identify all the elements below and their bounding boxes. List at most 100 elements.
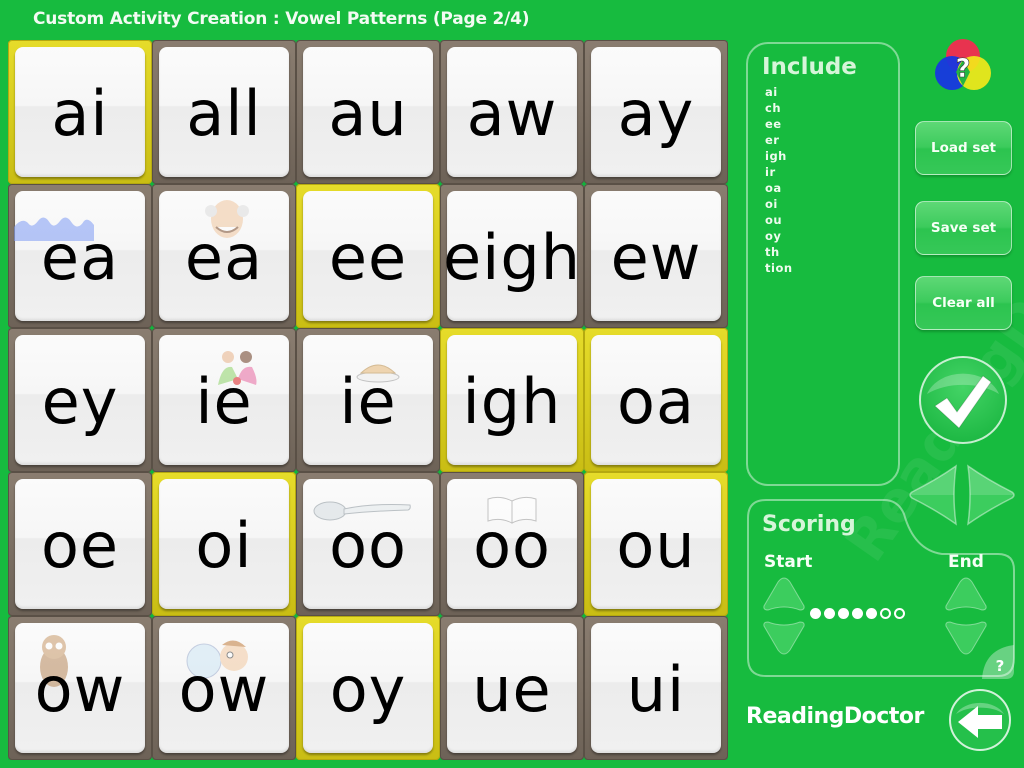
pattern-tile-ew[interactable]: ew [584, 184, 728, 328]
pattern-tile-oa[interactable]: oa [584, 328, 728, 472]
include-item: tion [765, 261, 793, 275]
help-icon: ? [982, 645, 1014, 679]
tile-face: ue [447, 623, 577, 753]
tile-face: ey [15, 335, 145, 465]
scoring-panel: Scoring Start End [746, 498, 1016, 678]
include-item: ir [765, 165, 776, 179]
score-dot-filled [838, 608, 849, 619]
include-panel: Include ai ch ee er igh ir oa oi ou oy th tion [746, 42, 900, 486]
pattern-tile-all[interactable]: all [152, 40, 296, 184]
tile-label: ey [41, 365, 119, 438]
end-label: End [948, 552, 984, 572]
include-item: er [765, 133, 780, 147]
tile-face: oo [303, 479, 433, 609]
score-dot-filled [852, 608, 863, 619]
pattern-tile-ie[interactable]: ie [296, 328, 440, 472]
tile-label: oi [195, 509, 253, 582]
score-range-indicator [810, 608, 905, 619]
include-item: ou [765, 213, 783, 227]
arrow-up-icon [945, 577, 987, 611]
pattern-tile-aw[interactable]: aw [440, 40, 584, 184]
include-item: th [765, 245, 780, 259]
pattern-tile-ey[interactable]: ey [8, 328, 152, 472]
pattern-tile-oo[interactable]: oo [296, 472, 440, 616]
pattern-tile-ow[interactable]: ow [152, 616, 296, 760]
pattern-tile-au[interactable]: au [296, 40, 440, 184]
tile-label: all [186, 77, 262, 150]
pattern-tile-oo[interactable]: oo [440, 472, 584, 616]
tile-label: oo [329, 509, 407, 582]
score-dot-empty [894, 608, 905, 619]
tile-face: ee [303, 191, 433, 321]
include-title: Include [762, 54, 857, 80]
pattern-tile-ea[interactable]: ea [8, 184, 152, 328]
tile-label: ue [472, 653, 552, 726]
tile-face: ie [303, 335, 433, 465]
help-button[interactable]: ? [932, 36, 994, 94]
tile-face: eigh [443, 191, 580, 321]
tile-face: oe [15, 479, 145, 609]
tile-face: all [159, 47, 289, 177]
tile-face: oo [447, 479, 577, 609]
tile-face: ow [15, 623, 145, 753]
pattern-tile-igh[interactable]: igh [440, 328, 584, 472]
score-dot-filled [866, 608, 877, 619]
tile-label: oo [473, 509, 551, 582]
help-glyph: ? [955, 54, 970, 84]
tile-face: ea [159, 191, 289, 321]
start-down-button[interactable] [762, 618, 806, 656]
tile-label: oa [617, 365, 695, 438]
page-title: Custom Activity Creation : Vowel Pattern… [33, 9, 530, 29]
tile-label: eigh [442, 221, 582, 294]
include-item: ee [765, 117, 782, 131]
pattern-tile-ai[interactable]: ai [8, 40, 152, 184]
tile-label: ea [40, 221, 120, 294]
arrow-down-icon [763, 621, 805, 655]
tile-face: oa [591, 335, 721, 465]
tile-label: au [328, 77, 408, 150]
pattern-tile-ie[interactable]: ie [152, 328, 296, 472]
venn-help-icon: ? [935, 39, 991, 90]
tile-label: ou [616, 509, 696, 582]
pattern-tile-ay[interactable]: ay [584, 40, 728, 184]
tile-face: ui [591, 623, 721, 753]
back-button[interactable] [948, 688, 1012, 752]
pattern-tile-ea[interactable]: ea [152, 184, 296, 328]
arrow-back-icon [949, 689, 1011, 751]
pattern-tile-ue[interactable]: ue [440, 616, 584, 760]
tile-label: ea [184, 221, 264, 294]
checkmark-icon [919, 356, 1007, 444]
scoring-title: Scoring [762, 512, 856, 537]
score-dot-filled [810, 608, 821, 619]
pattern-tile-ui[interactable]: ui [584, 616, 728, 760]
tile-label: oe [40, 509, 120, 582]
end-up-button[interactable] [944, 576, 988, 614]
tile-label: ew [610, 221, 702, 294]
pattern-tile-oy[interactable]: oy [296, 616, 440, 760]
pattern-tile-eigh[interactable]: eigh [440, 184, 584, 328]
tile-face: ow [159, 623, 289, 753]
tile-face: au [303, 47, 433, 177]
load-set-button[interactable]: Load set [915, 121, 1012, 175]
tile-face: oi [159, 479, 289, 609]
save-set-button[interactable]: Save set [915, 201, 1012, 255]
reading-doctor-logo: ReadingDoctor [746, 704, 924, 729]
include-item: oy [765, 229, 782, 243]
pattern-tile-ee[interactable]: ee [296, 184, 440, 328]
tile-label: aw [466, 77, 558, 150]
include-list: ai ch ee er igh ir oa oi ou oy th tion [765, 84, 793, 276]
clear-all-button[interactable]: Clear all [915, 276, 1012, 330]
pattern-tile-oi[interactable]: oi [152, 472, 296, 616]
scoring-help-button[interactable]: ? [978, 643, 1018, 679]
include-item: igh [765, 149, 787, 163]
tile-label: ow [34, 653, 126, 726]
include-item: oi [765, 197, 778, 211]
start-up-button[interactable] [762, 576, 806, 614]
pattern-tile-oe[interactable]: oe [8, 472, 152, 616]
tile-label: ie [195, 365, 253, 438]
pattern-tile-ow[interactable]: ow [8, 616, 152, 760]
pattern-tile-ou[interactable]: ou [584, 472, 728, 616]
confirm-button[interactable] [917, 354, 1009, 446]
include-item: ch [765, 101, 782, 115]
score-dot-filled [824, 608, 835, 619]
